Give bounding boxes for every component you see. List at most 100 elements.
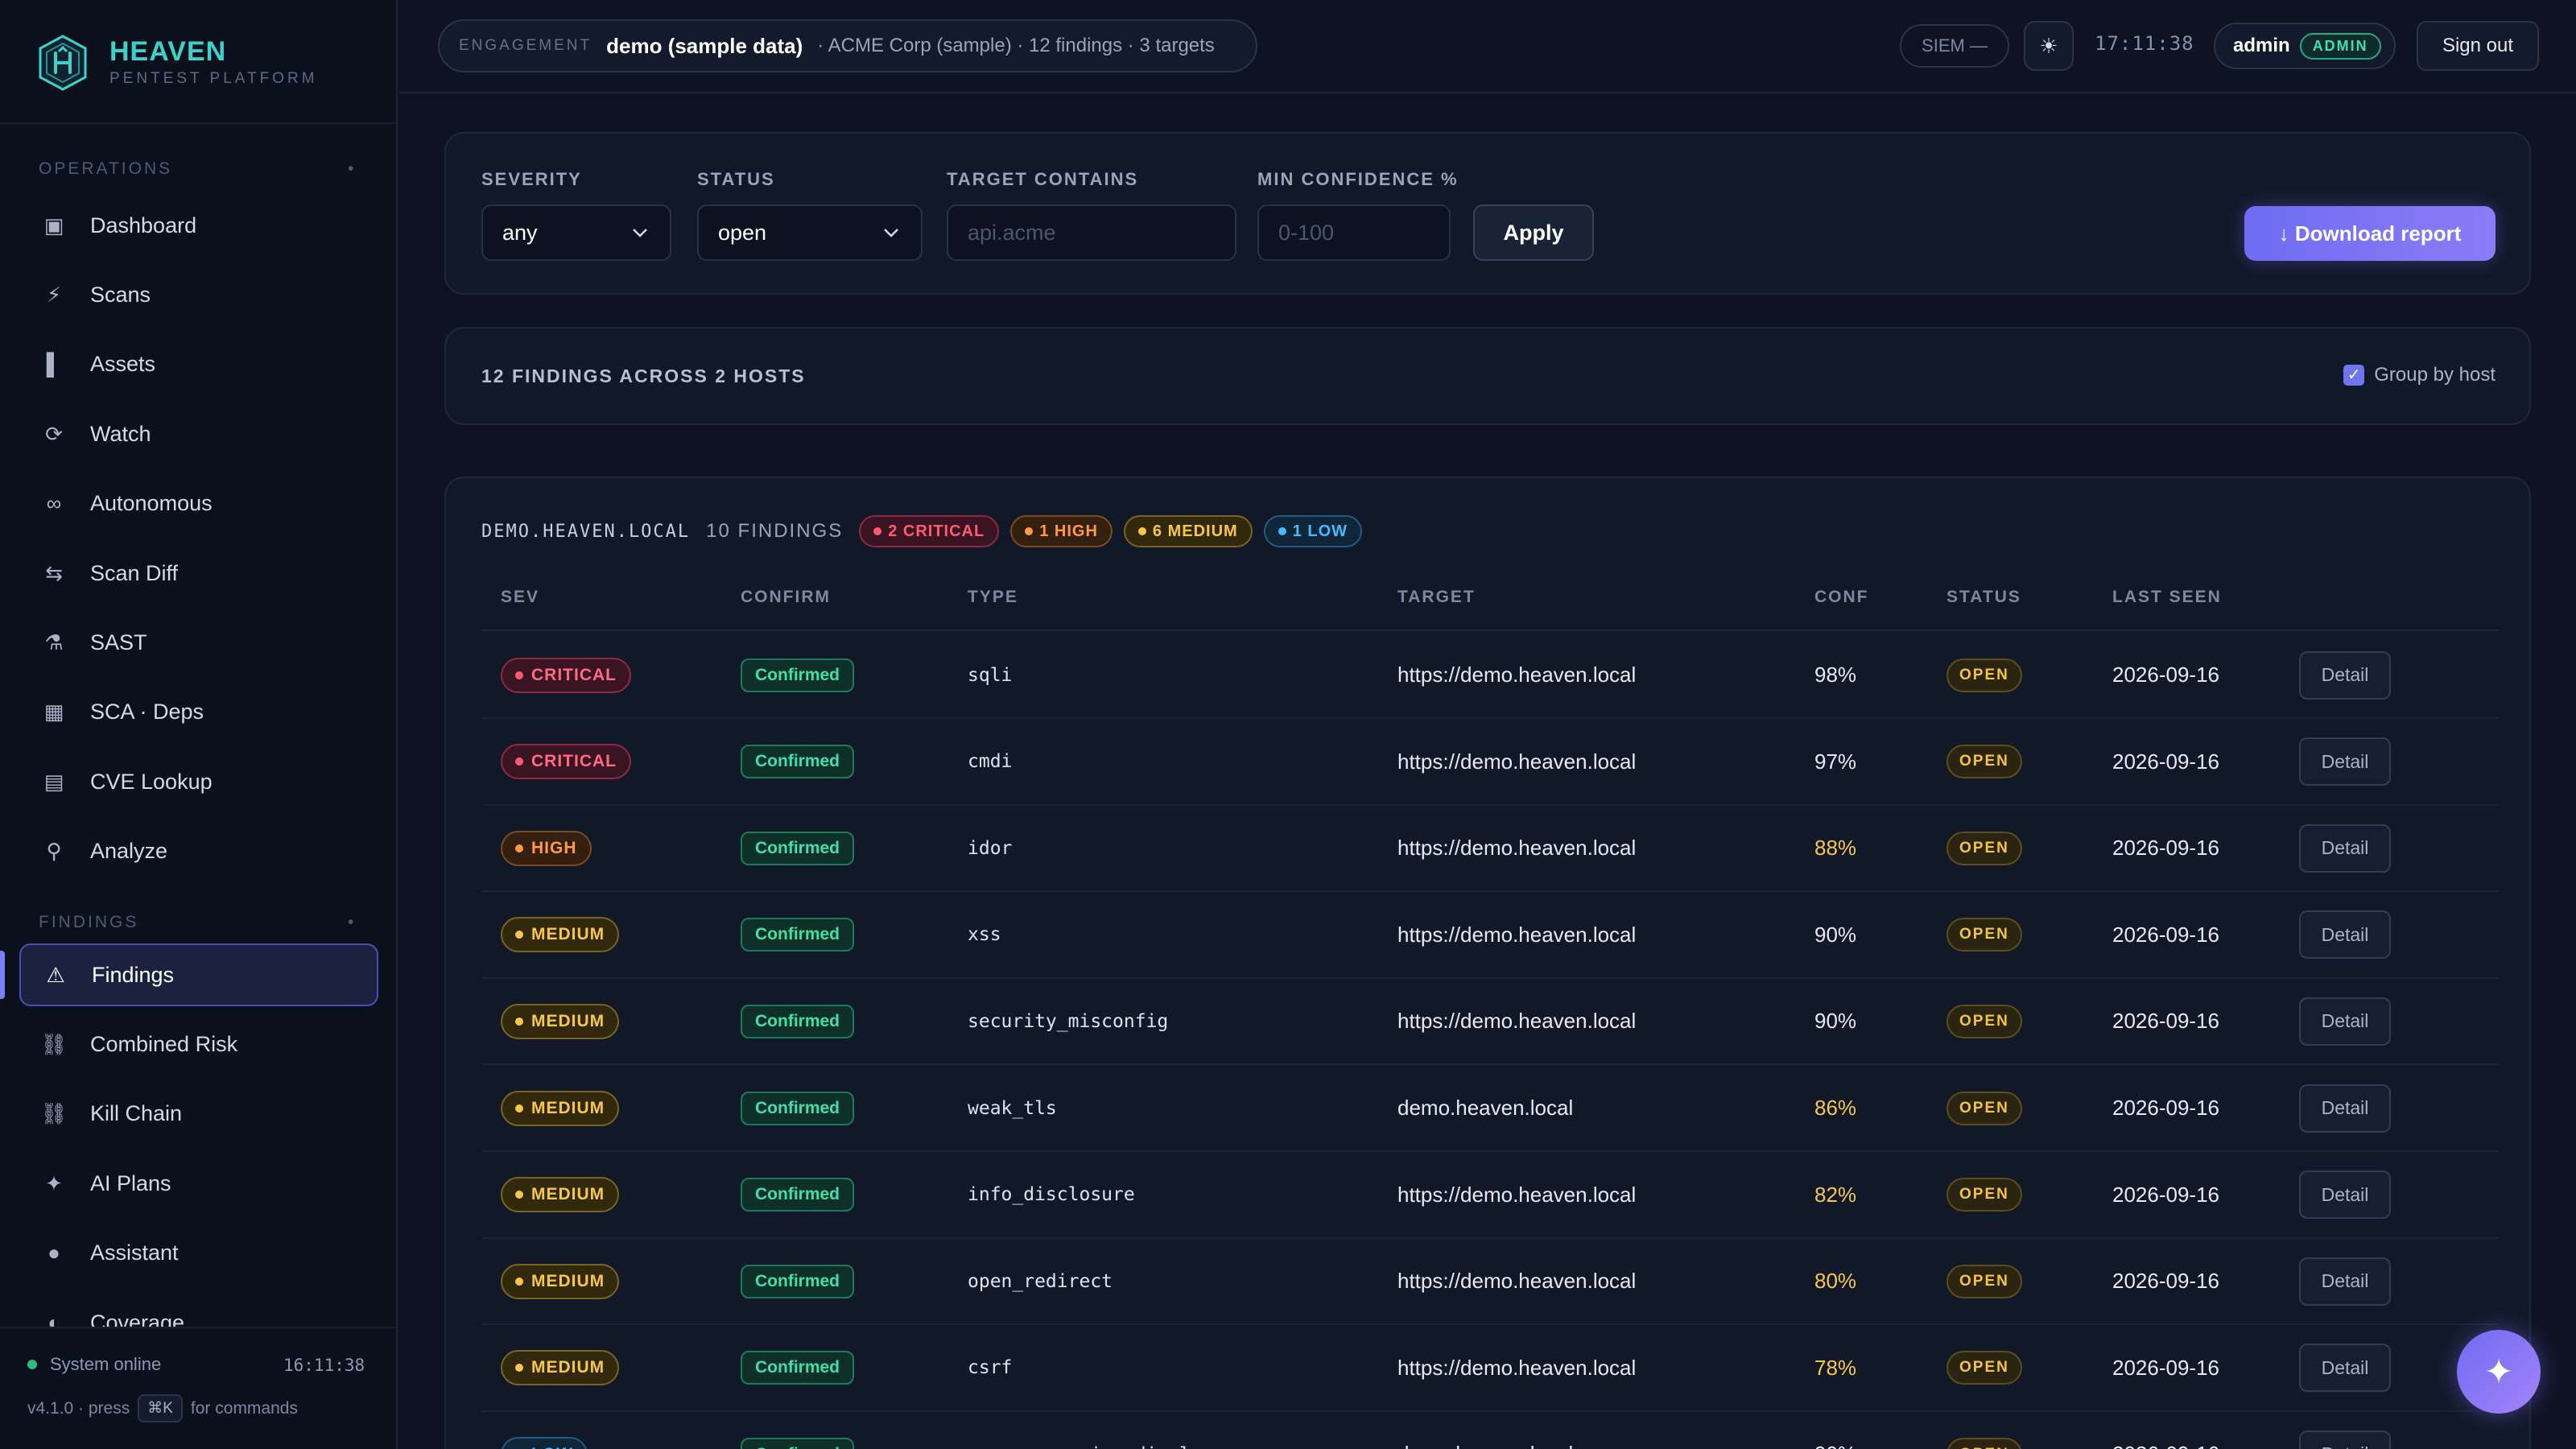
user-menu[interactable]: admin ADMIN — [2214, 23, 2396, 69]
severity-count-label: 1 LOW — [1292, 522, 1348, 540]
detail-button[interactable]: Detail — [2299, 997, 2391, 1046]
table-row[interactable]: MEDIUM Confirmed xss https://demo.heaven.lo… — [481, 893, 2499, 979]
detail-button[interactable]: Detail — [2299, 1257, 2391, 1306]
sidebar-item-findings[interactable]: ⚠ Findings — [19, 943, 378, 1006]
sidebar-item-cve-lookup[interactable]: ▤ CVE Lookup — [19, 750, 378, 813]
severity-dot-icon — [515, 758, 523, 766]
sidebar-item-combined-risk[interactable]: ⛓ Combined Risk — [19, 1013, 378, 1075]
sign-out-button[interactable]: Sign out — [2417, 21, 2539, 71]
severity-dot-icon — [1025, 527, 1034, 535]
engagement-selector[interactable]: ENGAGEMENT demo (sample data) · ACME Cor… — [438, 19, 1257, 72]
table-row[interactable]: MEDIUM Confirmed security_misconfig https:/… — [481, 979, 2499, 1066]
sidebar-item-assistant[interactable]: ● Assistant — [19, 1222, 378, 1285]
severity-label: MEDIUM — [531, 1358, 605, 1377]
command-shortcut-key[interactable]: ⌘K — [138, 1394, 183, 1422]
brand-divider — [0, 122, 396, 124]
cell-confidence: 90% — [1814, 893, 1856, 977]
section-collapse-dot[interactable]: • — [348, 159, 356, 179]
column-header-last-seen[interactable]: LAST SEEN — [2112, 588, 2222, 607]
sidebar-item-assets[interactable]: ▌ Assets — [19, 333, 378, 396]
severity-count-pill-medium[interactable]: 6 MEDIUM — [1123, 515, 1253, 547]
confirmed-badge: Confirmed — [741, 1437, 854, 1449]
cell-severity: LOW — [501, 1412, 588, 1449]
detail-button[interactable]: Detail — [2299, 824, 2391, 873]
detail-button[interactable]: Detail — [2299, 1430, 2391, 1449]
severity-count-pill-low[interactable]: 1 LOW — [1263, 515, 1363, 547]
table-row[interactable]: LOW Confirmed server_version_disclosure dem… — [481, 1412, 2499, 1449]
detail-button[interactable]: Detail — [2299, 737, 2391, 786]
cell-type: weak_tls — [968, 1066, 1057, 1150]
severity-select[interactable]: any — [481, 204, 671, 261]
sidebar-item-scan-diff[interactable]: ⇆ Scan Diff — [19, 542, 378, 605]
findings-count-summary: 12 FINDINGS ACROSS 2 HOSTS — [481, 365, 806, 386]
column-header-status[interactable]: STATUS — [1946, 588, 2021, 607]
sidebar-item-dashboard[interactable]: ▣ Dashboard — [19, 194, 378, 257]
sidebar-item-watch[interactable]: ⟳ Watch — [19, 402, 378, 465]
confirmed-badge: Confirmed — [741, 1351, 854, 1385]
table-row[interactable]: MEDIUM Confirmed csrf https://demo.heaven.l… — [481, 1326, 2499, 1412]
severity-count-pill-high[interactable]: 1 HIGH — [1010, 515, 1113, 547]
last-seen-date: 2026-09-16 — [2112, 749, 2219, 774]
siem-status-button[interactable]: SIEM — — [1900, 24, 2009, 68]
detail-button[interactable]: Detail — [2299, 910, 2391, 960]
table-row[interactable]: HIGH Confirmed idor https://demo.heaven.loc… — [481, 806, 2499, 893]
column-header-type[interactable]: TYPE — [968, 588, 1018, 607]
sidebar-item-analyze[interactable]: ⚲ Analyze — [19, 820, 378, 883]
top-bar: ENGAGEMENT demo (sample data) · ACME Cor… — [399, 0, 2576, 93]
sidebar-item-scans[interactable]: ⚡ Scans — [19, 263, 378, 326]
cell-action: Detail — [2299, 806, 2391, 890]
last-seen-date: 2026-09-16 — [2112, 1182, 2219, 1207]
last-seen-date: 2026-09-16 — [2112, 663, 2219, 687]
column-header-conf[interactable]: CONF — [1814, 588, 1869, 607]
detail-button[interactable]: Detail — [2299, 650, 2391, 700]
brand[interactable]: HEAVEN PENTEST PLATFORM — [37, 32, 318, 93]
table-row[interactable]: MEDIUM Confirmed weak_tls demo.heaven.local… — [481, 1066, 2499, 1152]
column-header-confirm[interactable]: CONFIRM — [741, 588, 831, 607]
table-row[interactable]: CRITICAL Confirmed sqli https://demo.heaven… — [481, 633, 2499, 719]
detail-button[interactable]: Detail — [2299, 1344, 2391, 1393]
detail-button[interactable]: Detail — [2299, 1170, 2391, 1220]
finding-target: https://demo.heaven.local — [1397, 922, 1637, 947]
chain-icon: ⛓ — [40, 1101, 68, 1126]
table-row[interactable]: MEDIUM Confirmed open_redirect https://demo… — [481, 1239, 2499, 1326]
table-row[interactable]: CRITICAL Confirmed cmdi https://demo.heaven… — [481, 720, 2499, 806]
download-report-button[interactable]: ↓ Download report — [2244, 206, 2496, 261]
cell-status: OPEN — [1946, 1066, 2022, 1150]
column-header-target[interactable]: TARGET — [1397, 588, 1476, 607]
detail-button[interactable]: Detail — [2299, 1084, 2391, 1133]
cell-confirm: Confirmed — [741, 1066, 854, 1150]
sidebar-item-label: Autonomous — [90, 491, 213, 516]
ai-assistant-fab[interactable]: ✦ — [2457, 1330, 2576, 1414]
sidebar-item-ai-plans[interactable]: ✦ AI Plans — [19, 1152, 378, 1215]
confirmed-badge: Confirmed — [741, 745, 854, 779]
apply-button[interactable]: Apply — [1473, 204, 1594, 261]
system-status-label: System online — [50, 1354, 162, 1374]
sidebar-item-label: Dashboard — [90, 213, 197, 237]
target-input[interactable]: api.acme — [947, 204, 1236, 261]
min-confidence-input[interactable]: 0-100 — [1257, 204, 1451, 261]
sidebar-item-autonomous[interactable]: ∞ Autonomous — [19, 473, 378, 535]
section-collapse-dot[interactable]: • — [348, 913, 356, 932]
sidebar-item-sast[interactable]: ⚗ SAST — [19, 611, 378, 674]
group-by-host-toggle[interactable]: ✓ Group by host — [2343, 364, 2496, 386]
column-header-sev[interactable]: SEV — [501, 588, 539, 607]
cell-action: Detail — [2299, 1066, 2391, 1150]
sidebar-item-label: Watch — [90, 421, 151, 446]
cell-last-seen: 2026-09-16 — [2112, 720, 2219, 804]
cell-last-seen: 2026-09-16 — [2112, 1066, 2219, 1150]
severity-badge: MEDIUM — [501, 1350, 620, 1386]
engagement-label: ENGAGEMENT — [459, 37, 592, 54]
severity-count-pill-critical[interactable]: 2 CRITICAL — [859, 515, 1000, 547]
checkbox-checked-icon[interactable]: ✓ — [2343, 365, 2365, 386]
cell-confidence: 98% — [1814, 633, 1856, 717]
severity-dot-icon — [515, 1017, 523, 1026]
status-select[interactable]: open — [697, 204, 923, 261]
finding-target: https://demo.heaven.local — [1397, 1182, 1637, 1207]
table-row[interactable]: MEDIUM Confirmed info_disclosure https://de… — [481, 1153, 2499, 1239]
theme-toggle-button[interactable]: ☀ — [2024, 21, 2074, 71]
severity-label: MEDIUM — [531, 1011, 605, 1030]
sidebar-item-kill-chain[interactable]: ⛓ Kill Chain — [19, 1083, 378, 1146]
finding-type: weak_tls — [968, 1097, 1057, 1119]
confidence-value: 90% — [1814, 922, 1857, 947]
sidebar-item-sca-deps[interactable]: ▦ SCA · Deps — [19, 681, 378, 744]
